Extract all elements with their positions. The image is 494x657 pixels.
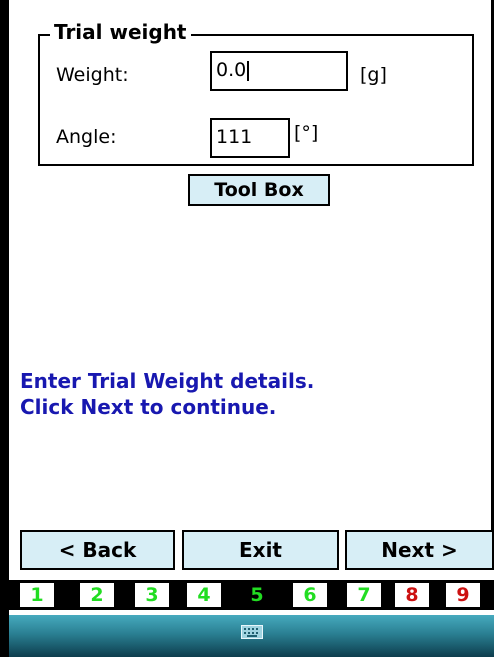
step-4: 4	[187, 583, 221, 607]
left-edge-bar	[0, 0, 9, 657]
back-button[interactable]: < Back	[20, 530, 175, 570]
weight-unit: [g]	[360, 64, 387, 86]
step-6: 6	[293, 583, 327, 607]
angle-label: Angle:	[56, 126, 117, 148]
keyboard-icon[interactable]	[241, 625, 263, 639]
step-1: 1	[20, 583, 54, 607]
weight-value: 0.0	[216, 59, 247, 81]
exit-button[interactable]: Exit	[182, 530, 339, 570]
step-5: 5	[240, 583, 274, 607]
angle-input[interactable]: 111	[210, 118, 290, 158]
step-3: 3	[135, 583, 169, 607]
step-9: 9	[446, 583, 480, 607]
step-2: 2	[80, 583, 114, 607]
step-7: 7	[347, 583, 381, 607]
screen: Trial weight Weight: 0.0 [g] Angle: 111 …	[0, 0, 494, 657]
step-8: 8	[395, 583, 429, 607]
tool-box-button[interactable]: Tool Box	[188, 174, 330, 206]
instruction-message: Enter Trial Weight details. Click Next t…	[20, 368, 314, 420]
trial-weight-title: Trial weight	[50, 20, 191, 44]
weight-input[interactable]: 0.0	[210, 51, 348, 91]
next-button[interactable]: Next >	[345, 530, 494, 570]
weight-label: Weight:	[56, 64, 129, 86]
instruction-line-2: Click Next to continue.	[20, 395, 277, 419]
text-caret	[247, 60, 250, 81]
angle-unit: [°]	[294, 122, 319, 144]
angle-value: 111	[216, 126, 253, 148]
step-indicator: 1 2 3 4 5 6 7 8 9	[9, 580, 494, 610]
instruction-line-1: Enter Trial Weight details.	[20, 369, 315, 393]
